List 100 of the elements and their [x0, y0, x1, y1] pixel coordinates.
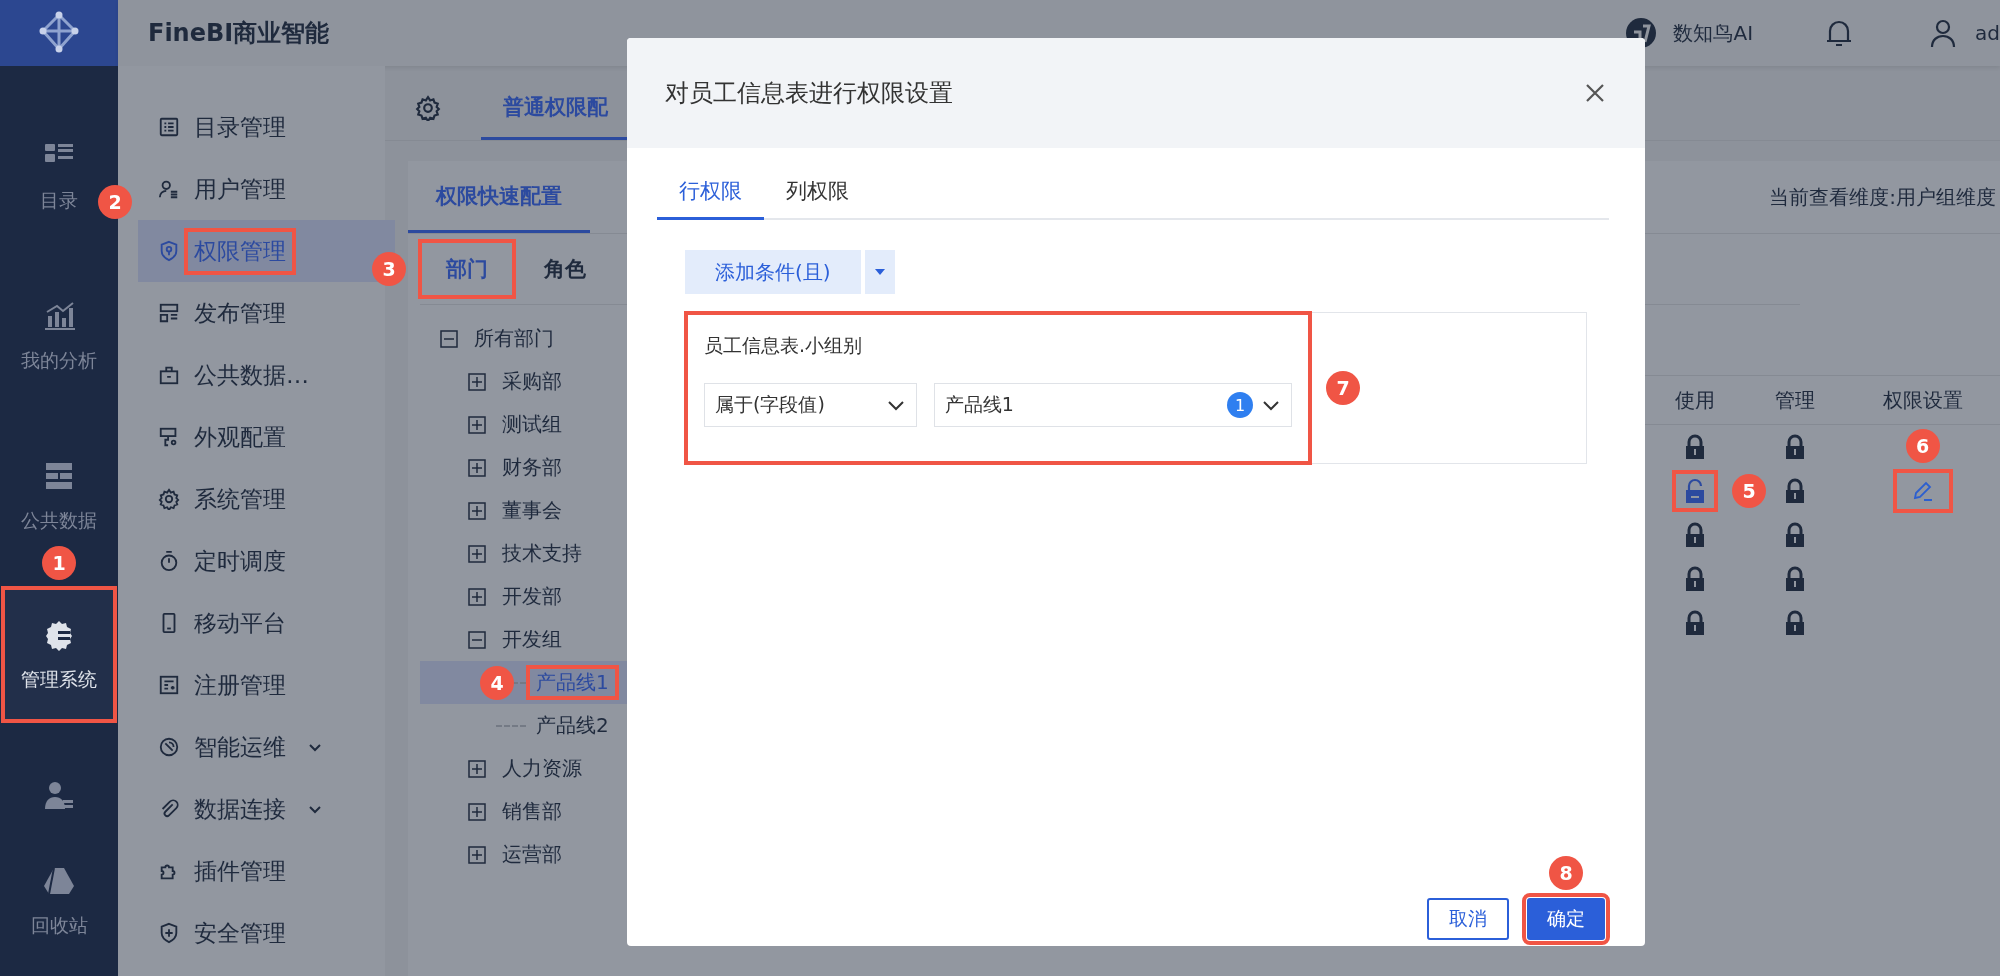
- menu-item[interactable]: 发布管理: [138, 282, 353, 344]
- dialog-title: 对员工信息表进行权限设置: [665, 78, 953, 109]
- node-label: 财务部: [501, 454, 563, 481]
- menu-item[interactable]: 定时调度: [138, 530, 353, 592]
- node-label: 运营部: [501, 841, 563, 868]
- node-label: 董事会: [501, 497, 563, 524]
- menu-item[interactable]: 外观配置: [138, 406, 353, 468]
- cancel-button[interactable]: 取消: [1427, 898, 1509, 940]
- tree-node[interactable]: 产品线2: [420, 704, 780, 747]
- expand-icon[interactable]: [468, 759, 486, 778]
- lock-icon[interactable]: [1684, 566, 1706, 592]
- add-condition-button[interactable]: 添加条件(且): [685, 250, 861, 294]
- lock-icon[interactable]: [1784, 610, 1806, 636]
- expand-icon[interactable]: [468, 802, 486, 821]
- tree-node[interactable]: 技术支持: [420, 532, 780, 575]
- tree-node[interactable]: 开发组: [420, 618, 780, 661]
- menu-label: 系统管理: [193, 484, 287, 514]
- menu-label: 外观配置: [193, 422, 287, 452]
- expand-icon[interactable]: [468, 372, 486, 391]
- menu-label: 定时调度: [193, 546, 287, 576]
- operator-select[interactable]: 属于(字段值): [704, 383, 917, 427]
- menu-item[interactable]: 系统管理: [138, 468, 353, 530]
- nav-item[interactable]: 目录: [40, 126, 78, 226]
- field-label: 员工信息表.小组别: [704, 333, 864, 358]
- list-icon: [158, 116, 180, 138]
- lock-icon[interactable]: [1784, 478, 1806, 504]
- count-badge: 1: [1227, 392, 1253, 418]
- tab[interactable]: 行权限: [657, 164, 764, 220]
- node-label: 测试组: [501, 411, 563, 438]
- menu-item[interactable]: 目录管理: [138, 96, 353, 158]
- user-icon: [158, 178, 180, 200]
- menu-label: 用户管理: [193, 174, 287, 204]
- lock-icon[interactable]: [1784, 434, 1806, 460]
- menu-label: 公共数据…: [193, 360, 310, 390]
- expand-icon[interactable]: [468, 587, 486, 606]
- menu-item[interactable]: 数据连接: [138, 778, 353, 840]
- node-label: 人力资源: [501, 755, 583, 782]
- user-name[interactable]: ad: [1975, 21, 2000, 45]
- unlock-icon[interactable]: [1684, 478, 1706, 504]
- node-label: 开发组: [501, 626, 563, 653]
- column-header: 权限设置: [1881, 386, 1964, 414]
- lock-icon[interactable]: [1784, 566, 1806, 592]
- node-label: 产品线2: [535, 712, 610, 739]
- shield-icon: [158, 240, 180, 262]
- menu-label: 数据连接: [193, 794, 287, 824]
- layout-icon: [158, 302, 180, 324]
- menu-label: 注册管理: [193, 670, 287, 700]
- menu-label: 安全管理: [193, 918, 287, 948]
- lock-icon[interactable]: [1784, 522, 1806, 548]
- menu-item[interactable]: 移动平台: [138, 592, 353, 654]
- nav-item[interactable]: 公共数据: [21, 446, 97, 546]
- dimension-label: 当前查看维度:用户组维度: [1769, 183, 1997, 211]
- tree-node[interactable]: 财务部: [420, 446, 780, 489]
- column-header: 使用: [1674, 386, 1716, 414]
- tree-node[interactable]: 销售部: [420, 790, 780, 833]
- settings-icon[interactable]: [415, 95, 441, 121]
- logo-icon[interactable]: [37, 11, 81, 55]
- dropdown-button[interactable]: [864, 250, 895, 294]
- value-select[interactable]: 产品线1 1: [933, 383, 1292, 427]
- expand-icon[interactable]: [468, 845, 486, 864]
- nav-item[interactable]: 我的分析: [21, 286, 97, 386]
- tree-node[interactable]: 开发部: [420, 575, 780, 618]
- tree-node[interactable]: 运营部: [420, 833, 780, 876]
- lock-icon[interactable]: [1684, 522, 1706, 548]
- nav-item[interactable]: 回收站: [30, 851, 88, 951]
- tab[interactable]: 权限快速配置: [408, 161, 590, 233]
- lock-icon[interactable]: [1684, 434, 1706, 460]
- menu-item[interactable]: 注册管理: [138, 654, 353, 716]
- expand-icon[interactable]: [468, 544, 486, 563]
- form-icon: [158, 674, 180, 696]
- annotation-badge: 5: [1732, 474, 1766, 508]
- expand-icon[interactable]: [468, 458, 486, 477]
- annotation-badge: 6: [1905, 429, 1940, 463]
- node-label: 技术支持: [501, 540, 583, 567]
- menu-item[interactable]: 安全管理: [138, 902, 353, 964]
- menu-item[interactable]: 智能运维: [138, 716, 353, 778]
- gear-icon: [158, 488, 180, 510]
- tree-node[interactable]: 人力资源: [420, 747, 780, 790]
- lock-icon[interactable]: [1684, 610, 1706, 636]
- menu-label: 移动平台: [193, 608, 287, 638]
- expand-icon[interactable]: [468, 415, 486, 434]
- ai-assistant-link[interactable]: 数知鸟AI: [1673, 19, 1754, 47]
- annotation-badge: 2: [98, 185, 132, 219]
- menu-label: 智能运维: [193, 732, 287, 762]
- annotation-badge: 4: [480, 665, 514, 700]
- menu-label: 发布管理: [193, 298, 287, 328]
- collapse-icon[interactable]: [440, 329, 458, 348]
- menu-item[interactable]: 插件管理: [138, 840, 353, 902]
- annotation-badge: 1: [42, 546, 76, 580]
- column-header: 管理: [1774, 386, 1816, 414]
- collapse-icon[interactable]: [468, 630, 486, 649]
- tree-node[interactable]: 董事会: [420, 489, 780, 532]
- app-title: FineBI商业智能: [148, 18, 330, 49]
- node-label: 销售部: [501, 798, 563, 825]
- expand-icon[interactable]: [468, 501, 486, 520]
- annotation-badge: 3: [372, 252, 406, 286]
- menu-item[interactable]: 公共数据…: [138, 344, 353, 406]
- tab[interactable]: 角色: [518, 241, 612, 297]
- tab[interactable]: 列权限: [764, 164, 871, 220]
- menu-label: 权限管理: [186, 229, 294, 273]
